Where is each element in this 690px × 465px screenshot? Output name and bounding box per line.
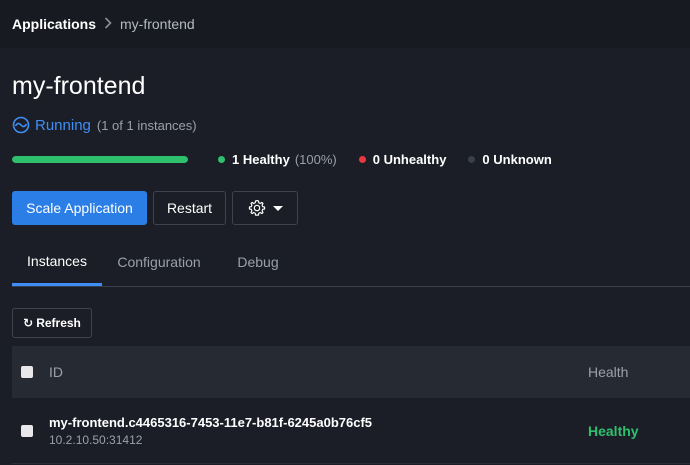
breadcrumb-applications-link[interactable]: Applications xyxy=(12,16,96,32)
refresh-button[interactable]: ↻ Refresh xyxy=(12,308,92,338)
status-text: Running xyxy=(35,116,91,134)
chevron-right-icon xyxy=(104,17,112,29)
instance-health-status: Healthy xyxy=(588,422,639,439)
select-all-checkbox[interactable] xyxy=(21,366,33,378)
healthy-dot-icon xyxy=(218,156,225,163)
status-detail: (1 of 1 instances) xyxy=(96,117,197,133)
page-title: my-frontend xyxy=(12,72,146,100)
column-header-id[interactable]: ID xyxy=(49,364,588,380)
table-row[interactable]: my-frontend.c4465316-7453-11e7-b81f-6245… xyxy=(12,398,690,464)
legend-unhealthy: 0 Unhealthy xyxy=(358,152,447,167)
breadcrumb-separator xyxy=(104,16,112,32)
health-bar xyxy=(12,156,188,163)
tab-debug[interactable]: Debug xyxy=(216,238,300,286)
unknown-count: 0 Unknown xyxy=(482,152,552,167)
settings-dropdown-button[interactable] xyxy=(232,191,298,225)
scale-application-button[interactable]: Scale Application xyxy=(12,191,147,225)
unknown-dot-icon xyxy=(468,156,476,163)
refresh-icon: ↻ xyxy=(23,316,34,330)
health-summary: 1 Healthy (100%) 0 Unhealthy 0 Unknown xyxy=(12,152,574,167)
legend-unknown: 0 Unknown xyxy=(468,152,552,167)
running-gauge-icon xyxy=(12,116,30,134)
healthy-percent: (100%) xyxy=(294,152,337,167)
instances-table: ID Health my-frontend.c4465316-7453-11e7… xyxy=(12,346,690,464)
health-bar-fill xyxy=(12,156,188,163)
instance-id[interactable]: my-frontend.c4465316-7453-11e7-b81f-6245… xyxy=(49,415,588,430)
unhealthy-count: 0 Unhealthy xyxy=(372,152,447,167)
row-checkbox[interactable] xyxy=(21,424,33,437)
app-status: Running (1 of 1 instances) xyxy=(12,116,197,134)
instance-info: my-frontend.c4465316-7453-11e7-b81f-6245… xyxy=(49,415,588,447)
legend-healthy: 1 Healthy (100%) xyxy=(218,152,337,167)
caret-down-icon xyxy=(272,205,283,211)
unhealthy-dot-icon xyxy=(358,156,366,163)
tab-bar: Instances Configuration Debug xyxy=(12,238,690,287)
breadcrumb: Applications my-frontend xyxy=(0,0,690,48)
gear-icon xyxy=(248,200,265,216)
action-toolbar: Scale Application Restart xyxy=(12,191,304,225)
instance-address: 10.2.10.50:31412 xyxy=(49,432,143,447)
healthy-count: 1 Healthy xyxy=(232,152,290,167)
column-header-health[interactable]: Health xyxy=(588,364,690,380)
breadcrumb-current: my-frontend xyxy=(120,16,195,32)
refresh-label: Refresh xyxy=(36,316,81,330)
tab-configuration[interactable]: Configuration xyxy=(102,238,216,286)
table-header: ID Health xyxy=(12,346,690,398)
restart-button[interactable]: Restart xyxy=(153,191,226,225)
tab-instances[interactable]: Instances xyxy=(12,238,102,286)
